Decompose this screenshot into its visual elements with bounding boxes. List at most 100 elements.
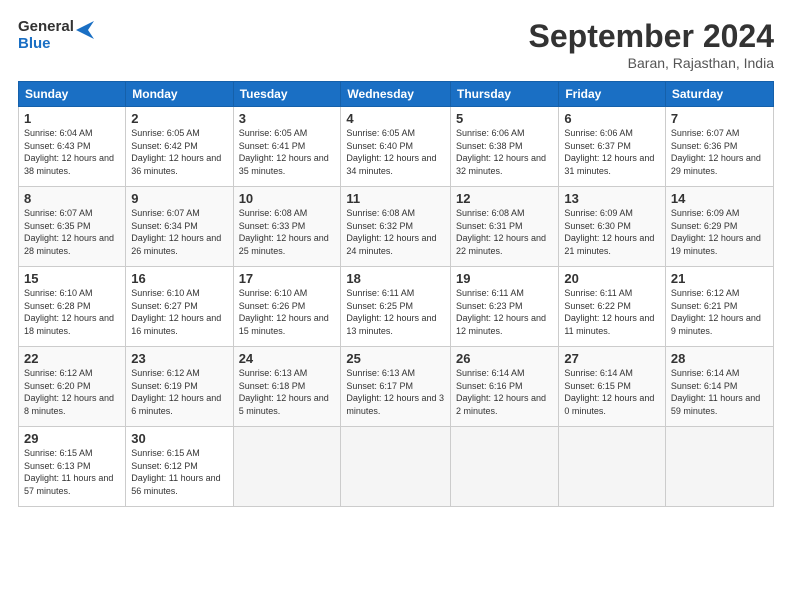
day-number: 26 <box>456 351 553 366</box>
day-number: 12 <box>456 191 553 206</box>
day-info: Sunrise: 6:08 AM Sunset: 6:33 PM Dayligh… <box>239 207 336 257</box>
day-info: Sunrise: 6:10 AM Sunset: 6:26 PM Dayligh… <box>239 287 336 337</box>
day-info: Sunrise: 6:05 AM Sunset: 6:41 PM Dayligh… <box>239 127 336 177</box>
calendar-day-cell: 19 Sunrise: 6:11 AM Sunset: 6:23 PM Dayl… <box>451 267 559 347</box>
day-number: 14 <box>671 191 768 206</box>
weekday-header: Tuesday <box>233 82 341 107</box>
day-number: 15 <box>24 271 120 286</box>
day-number: 1 <box>24 111 120 126</box>
day-info: Sunrise: 6:07 AM Sunset: 6:35 PM Dayligh… <box>24 207 120 257</box>
calendar-day-cell <box>233 427 341 507</box>
day-info: Sunrise: 6:13 AM Sunset: 6:18 PM Dayligh… <box>239 367 336 417</box>
weekday-header-row: SundayMondayTuesdayWednesdayThursdayFrid… <box>19 82 774 107</box>
day-number: 27 <box>564 351 660 366</box>
day-info: Sunrise: 6:05 AM Sunset: 6:42 PM Dayligh… <box>131 127 227 177</box>
day-number: 6 <box>564 111 660 126</box>
day-info: Sunrise: 6:06 AM Sunset: 6:37 PM Dayligh… <box>564 127 660 177</box>
day-info: Sunrise: 6:08 AM Sunset: 6:32 PM Dayligh… <box>346 207 445 257</box>
weekday-header: Friday <box>559 82 666 107</box>
day-number: 28 <box>671 351 768 366</box>
calendar-day-cell: 24 Sunrise: 6:13 AM Sunset: 6:18 PM Dayl… <box>233 347 341 427</box>
calendar-day-cell: 1 Sunrise: 6:04 AM Sunset: 6:43 PM Dayli… <box>19 107 126 187</box>
day-number: 18 <box>346 271 445 286</box>
day-number: 30 <box>131 431 227 446</box>
day-number: 20 <box>564 271 660 286</box>
weekday-header: Wednesday <box>341 82 451 107</box>
month-title: September 2024 <box>529 18 774 55</box>
calendar-day-cell: 17 Sunrise: 6:10 AM Sunset: 6:26 PM Dayl… <box>233 267 341 347</box>
calendar-day-cell: 23 Sunrise: 6:12 AM Sunset: 6:19 PM Dayl… <box>126 347 233 427</box>
calendar-day-cell: 27 Sunrise: 6:14 AM Sunset: 6:15 PM Dayl… <box>559 347 666 427</box>
calendar-day-cell: 2 Sunrise: 6:05 AM Sunset: 6:42 PM Dayli… <box>126 107 233 187</box>
calendar-day-cell <box>665 427 773 507</box>
calendar-day-cell: 5 Sunrise: 6:06 AM Sunset: 6:38 PM Dayli… <box>451 107 559 187</box>
calendar-day-cell: 14 Sunrise: 6:09 AM Sunset: 6:29 PM Dayl… <box>665 187 773 267</box>
day-info: Sunrise: 6:05 AM Sunset: 6:40 PM Dayligh… <box>346 127 445 177</box>
calendar-day-cell: 3 Sunrise: 6:05 AM Sunset: 6:41 PM Dayli… <box>233 107 341 187</box>
day-number: 7 <box>671 111 768 126</box>
calendar-day-cell <box>341 427 451 507</box>
day-info: Sunrise: 6:11 AM Sunset: 6:25 PM Dayligh… <box>346 287 445 337</box>
calendar-day-cell <box>451 427 559 507</box>
day-number: 16 <box>131 271 227 286</box>
day-number: 9 <box>131 191 227 206</box>
weekday-header: Sunday <box>19 82 126 107</box>
calendar-day-cell: 26 Sunrise: 6:14 AM Sunset: 6:16 PM Dayl… <box>451 347 559 427</box>
day-number: 17 <box>239 271 336 286</box>
logo-arrow-icon <box>76 21 94 39</box>
calendar-day-cell: 29 Sunrise: 6:15 AM Sunset: 6:13 PM Dayl… <box>19 427 126 507</box>
day-info: Sunrise: 6:09 AM Sunset: 6:29 PM Dayligh… <box>671 207 768 257</box>
day-number: 22 <box>24 351 120 366</box>
day-info: Sunrise: 6:14 AM Sunset: 6:14 PM Dayligh… <box>671 367 768 417</box>
day-number: 5 <box>456 111 553 126</box>
day-info: Sunrise: 6:04 AM Sunset: 6:43 PM Dayligh… <box>24 127 120 177</box>
calendar-day-cell: 21 Sunrise: 6:12 AM Sunset: 6:21 PM Dayl… <box>665 267 773 347</box>
calendar-day-cell <box>559 427 666 507</box>
calendar-day-cell: 12 Sunrise: 6:08 AM Sunset: 6:31 PM Dayl… <box>451 187 559 267</box>
logo: General Blue <box>18 18 94 53</box>
day-number: 4 <box>346 111 445 126</box>
calendar-week-row: 15 Sunrise: 6:10 AM Sunset: 6:28 PM Dayl… <box>19 267 774 347</box>
weekday-header: Saturday <box>665 82 773 107</box>
weekday-header: Thursday <box>451 82 559 107</box>
calendar-day-cell: 4 Sunrise: 6:05 AM Sunset: 6:40 PM Dayli… <box>341 107 451 187</box>
calendar-day-cell: 10 Sunrise: 6:08 AM Sunset: 6:33 PM Dayl… <box>233 187 341 267</box>
day-number: 8 <box>24 191 120 206</box>
weekday-header: Monday <box>126 82 233 107</box>
day-number: 21 <box>671 271 768 286</box>
day-info: Sunrise: 6:07 AM Sunset: 6:36 PM Dayligh… <box>671 127 768 177</box>
day-number: 2 <box>131 111 227 126</box>
day-number: 25 <box>346 351 445 366</box>
day-info: Sunrise: 6:10 AM Sunset: 6:27 PM Dayligh… <box>131 287 227 337</box>
day-info: Sunrise: 6:09 AM Sunset: 6:30 PM Dayligh… <box>564 207 660 257</box>
calendar-day-cell: 13 Sunrise: 6:09 AM Sunset: 6:30 PM Dayl… <box>559 187 666 267</box>
calendar-week-row: 1 Sunrise: 6:04 AM Sunset: 6:43 PM Dayli… <box>19 107 774 187</box>
calendar-day-cell: 8 Sunrise: 6:07 AM Sunset: 6:35 PM Dayli… <box>19 187 126 267</box>
calendar-day-cell: 18 Sunrise: 6:11 AM Sunset: 6:25 PM Dayl… <box>341 267 451 347</box>
day-info: Sunrise: 6:11 AM Sunset: 6:23 PM Dayligh… <box>456 287 553 337</box>
day-number: 10 <box>239 191 336 206</box>
day-number: 11 <box>346 191 445 206</box>
day-info: Sunrise: 6:15 AM Sunset: 6:13 PM Dayligh… <box>24 447 120 497</box>
page-header: General Blue September 2024 Baran, Rajas… <box>18 18 774 71</box>
day-number: 24 <box>239 351 336 366</box>
day-info: Sunrise: 6:14 AM Sunset: 6:15 PM Dayligh… <box>564 367 660 417</box>
calendar-day-cell: 25 Sunrise: 6:13 AM Sunset: 6:17 PM Dayl… <box>341 347 451 427</box>
day-info: Sunrise: 6:10 AM Sunset: 6:28 PM Dayligh… <box>24 287 120 337</box>
day-number: 19 <box>456 271 553 286</box>
day-info: Sunrise: 6:12 AM Sunset: 6:19 PM Dayligh… <box>131 367 227 417</box>
day-info: Sunrise: 6:07 AM Sunset: 6:34 PM Dayligh… <box>131 207 227 257</box>
day-info: Sunrise: 6:12 AM Sunset: 6:20 PM Dayligh… <box>24 367 120 417</box>
calendar-day-cell: 9 Sunrise: 6:07 AM Sunset: 6:34 PM Dayli… <box>126 187 233 267</box>
logo-display: General Blue <box>18 18 94 53</box>
day-info: Sunrise: 6:13 AM Sunset: 6:17 PM Dayligh… <box>346 367 445 417</box>
calendar-day-cell: 15 Sunrise: 6:10 AM Sunset: 6:28 PM Dayl… <box>19 267 126 347</box>
calendar-week-row: 22 Sunrise: 6:12 AM Sunset: 6:20 PM Dayl… <box>19 347 774 427</box>
day-info: Sunrise: 6:15 AM Sunset: 6:12 PM Dayligh… <box>131 447 227 497</box>
calendar-week-row: 29 Sunrise: 6:15 AM Sunset: 6:13 PM Dayl… <box>19 427 774 507</box>
day-info: Sunrise: 6:12 AM Sunset: 6:21 PM Dayligh… <box>671 287 768 337</box>
day-info: Sunrise: 6:08 AM Sunset: 6:31 PM Dayligh… <box>456 207 553 257</box>
calendar-day-cell: 28 Sunrise: 6:14 AM Sunset: 6:14 PM Dayl… <box>665 347 773 427</box>
calendar-table: SundayMondayTuesdayWednesdayThursdayFrid… <box>18 81 774 507</box>
calendar-page: General Blue September 2024 Baran, Rajas… <box>0 0 792 612</box>
